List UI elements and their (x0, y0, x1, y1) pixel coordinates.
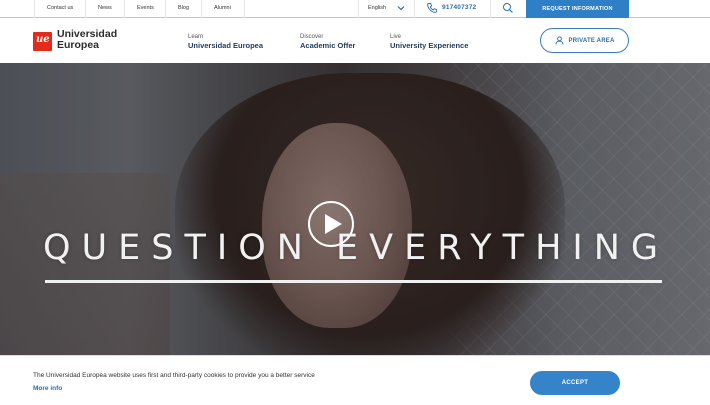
nav-item-caption: Learn (188, 34, 204, 40)
divider (201, 0, 202, 18)
divider (85, 0, 86, 18)
accept-cookies-button[interactable]: ACCEPT (530, 371, 620, 395)
nav-item-caption: Live (390, 34, 402, 40)
hero-title: QUESTION EVERYTHING (43, 228, 670, 268)
hero-overlay (0, 63, 710, 355)
logo-text[interactable]: Universidad Europea (57, 29, 117, 51)
phone-icon (427, 3, 438, 13)
nav-item-label: University Experience (390, 41, 469, 50)
nav-item-learn[interactable]: Learn Universidad Europea (188, 33, 263, 51)
cookie-banner: The Universidad Europea website uses fir… (0, 355, 710, 405)
language-selector[interactable]: English (368, 5, 386, 11)
divider (165, 0, 166, 18)
nav-item-label: Universidad Europea (188, 41, 264, 50)
top-utility-bar: Contact us News Events Blog Alumni Engli… (0, 0, 710, 18)
hero-underline (45, 280, 662, 283)
divider (414, 0, 415, 18)
nav-item-caption: Discover (300, 34, 324, 40)
phone-number-link[interactable]: 917407372 (442, 4, 476, 11)
divider (34, 0, 35, 18)
search-icon[interactable] (502, 2, 514, 14)
top-link-news[interactable]: News (98, 5, 112, 11)
nav-item-discover[interactable]: Discover Academic Offer (300, 33, 355, 51)
main-navigation: ue Universidad Europea Learn Universidad… (0, 18, 710, 63)
top-link-alumni[interactable]: Alumni (214, 5, 231, 11)
divider (358, 0, 359, 18)
request-information-button[interactable]: REQUEST INFORMATION (526, 0, 629, 18)
logo-mark-text: ue (36, 34, 50, 45)
top-link-blog[interactable]: Blog (178, 5, 189, 11)
nav-item-label: Academic Offer (300, 41, 356, 50)
divider (244, 0, 245, 18)
logo-line-2: Europea (57, 39, 100, 51)
divider (490, 0, 491, 18)
top-link-contact[interactable]: Contact us (47, 5, 73, 11)
nav-item-live[interactable]: Live University Experience (390, 33, 468, 51)
play-button[interactable] (308, 201, 354, 247)
user-icon (555, 36, 563, 45)
hero-video[interactable]: QUESTION EVERYTHING (0, 63, 710, 355)
cookie-message: The Universidad Europea website uses fir… (33, 372, 315, 379)
chevron-down-icon[interactable] (396, 3, 406, 13)
top-link-events[interactable]: Events (137, 5, 154, 11)
play-icon (325, 214, 342, 234)
logo-mark[interactable]: ue (33, 32, 52, 51)
private-area-label: PRIVATE AREA (568, 37, 615, 44)
private-area-button[interactable]: PRIVATE AREA (540, 28, 629, 53)
divider (124, 0, 125, 18)
more-info-link[interactable]: More info (33, 385, 62, 392)
